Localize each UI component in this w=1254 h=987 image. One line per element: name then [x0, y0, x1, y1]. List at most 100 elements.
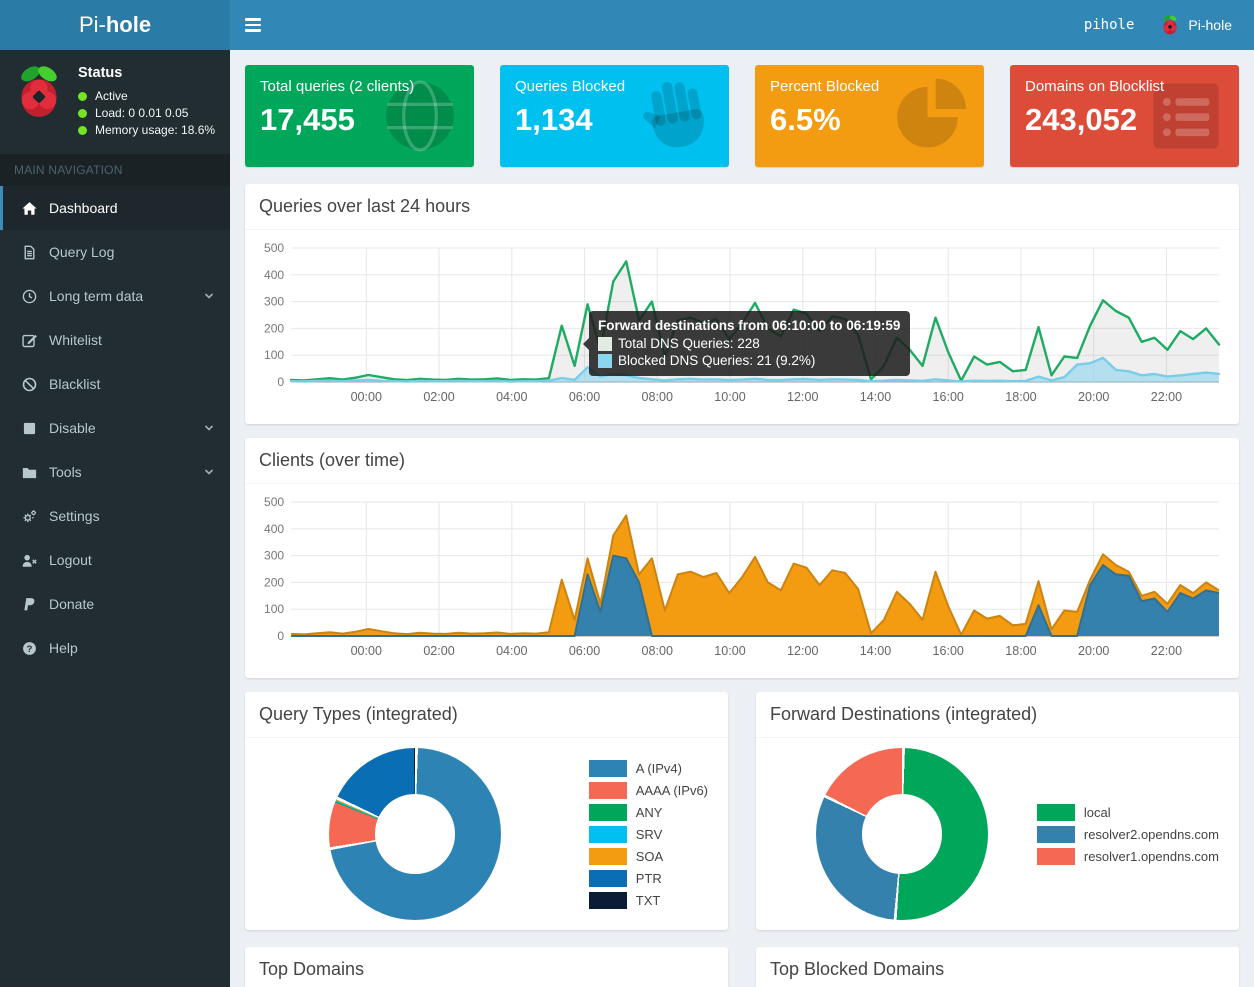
panel-header: Query Types (integrated)	[245, 692, 728, 738]
legend-label: SRV	[636, 827, 663, 842]
svg-text:08:00: 08:00	[642, 390, 673, 404]
legend-label: local	[1084, 805, 1111, 820]
sidebar-nav: Dashboard Query Log Long term data White…	[0, 186, 230, 670]
pihole-logo-icon	[12, 63, 66, 121]
status-memory: Memory usage: 18.6%	[95, 123, 215, 137]
app-logo[interactable]: Pi-hole	[0, 0, 230, 50]
sidebar-item-label: Settings	[49, 508, 100, 524]
tooltip-swatch-blocked	[598, 354, 612, 368]
sidebar-item-dashboard[interactable]: Dashboard	[0, 186, 230, 230]
sidebar-item-label: Disable	[49, 420, 96, 436]
legend-label: TXT	[636, 893, 661, 908]
sidebar-item-label: Help	[49, 640, 78, 656]
sidebar-toggle-button[interactable]	[230, 0, 276, 50]
clock-icon	[22, 289, 37, 304]
panel-header: Clients (over time)	[245, 438, 1239, 484]
edit-icon	[22, 333, 37, 348]
queries-over-time-panel: Queries over last 24 hours 0100200300400…	[245, 184, 1239, 424]
svg-text:18:00: 18:00	[1005, 644, 1036, 658]
legend-swatch	[589, 848, 627, 865]
svg-text:100: 100	[264, 348, 284, 362]
svg-text:16:00: 16:00	[933, 390, 964, 404]
top-domains-row: Top Domains Top Blocked Domains	[245, 947, 1239, 987]
clients-area-chart[interactable]: 010020030040050000:0002:0004:0006:0008:0…	[257, 496, 1227, 666]
svg-text:14:00: 14:00	[860, 390, 891, 404]
panel-title: Clients (over time)	[259, 450, 1225, 471]
sidebar-item-whitelist[interactable]: Whitelist	[0, 318, 230, 362]
legend-label: ANY	[636, 805, 663, 820]
legend-label: AAAA (IPv6)	[636, 783, 708, 798]
svg-text:12:00: 12:00	[787, 644, 818, 658]
sidebar-item-disable[interactable]: Disable	[0, 406, 230, 450]
legend-swatch	[589, 870, 627, 887]
clients-over-time-panel: Clients (over time) 010020030040050000:0…	[245, 438, 1239, 678]
svg-text:04:00: 04:00	[496, 390, 527, 404]
panel-title: Queries over last 24 hours	[259, 196, 1225, 217]
sidebar-item-donate[interactable]: Donate	[0, 582, 230, 626]
logout-icon	[22, 553, 37, 568]
sidebar-item-settings[interactable]: Settings	[0, 494, 230, 538]
percent-blocked-card: Percent Blocked 6.5%	[755, 65, 984, 167]
legend-swatch	[1037, 804, 1075, 821]
svg-text:06:00: 06:00	[569, 390, 600, 404]
svg-text:500: 500	[264, 242, 284, 255]
raspberry-icon	[1160, 14, 1180, 36]
gears-icon	[22, 509, 37, 524]
brand-link[interactable]: Pi-hole	[1160, 14, 1232, 36]
tooltip-row-total: Total DNS Queries: 228	[618, 336, 760, 351]
svg-text:200: 200	[264, 321, 284, 335]
sidebar-item-help[interactable]: ? Help	[0, 626, 230, 670]
legend-label: SOA	[636, 849, 663, 864]
svg-text:16:00: 16:00	[933, 644, 964, 658]
svg-text:0: 0	[277, 375, 284, 389]
donut-row: Query Types (integrated) A (IPv4) AAAA (…	[245, 692, 1239, 930]
sidebar-item-long-term-data[interactable]: Long term data	[0, 274, 230, 318]
panel-title: Top Blocked Domains	[770, 959, 1225, 980]
legend-swatch	[589, 826, 627, 843]
sidebar-item-label: Donate	[49, 596, 94, 612]
paypal-icon	[22, 597, 37, 612]
domains-blocklist-card: Domains on Blocklist 243,052	[1010, 65, 1239, 167]
sidebar-item-tools[interactable]: Tools	[0, 450, 230, 494]
card-label: Total queries (2 clients)	[260, 78, 459, 95]
sidebar-item-logout[interactable]: Logout	[0, 538, 230, 582]
logo-text-bold: hole	[106, 12, 151, 38]
svg-text:10:00: 10:00	[714, 644, 745, 658]
query-types-body: A (IPv4) AAAA (IPv6) ANY SRV SOA PTR TXT	[245, 738, 728, 930]
status-title: Status	[78, 65, 215, 81]
panel-title: Forward Destinations (integrated)	[770, 704, 1225, 725]
legend-swatch	[1037, 826, 1075, 843]
query-types-panel: Query Types (integrated) A (IPv4) AAAA (…	[245, 692, 728, 930]
navbar: pihole Pi-hole	[230, 0, 1254, 50]
forward-destinations-legend: local resolver2.opendns.com resolver1.op…	[1037, 804, 1219, 865]
sidebar-item-blacklist[interactable]: Blacklist	[0, 362, 230, 406]
memory-dot	[78, 126, 87, 135]
forward-destinations-body: local resolver2.opendns.com resolver1.op…	[756, 738, 1239, 930]
legend-swatch	[589, 760, 627, 777]
svg-text:22:00: 22:00	[1151, 644, 1182, 658]
top-domains-panel: Top Domains	[245, 947, 728, 987]
clients-chart-body: 010020030040050000:0002:0004:0006:0008:0…	[245, 484, 1239, 678]
load-dot	[78, 109, 87, 118]
forward-destinations-donut[interactable]	[816, 748, 988, 920]
svg-text:06:00: 06:00	[569, 644, 600, 658]
legend-label: A (IPv4)	[636, 761, 682, 776]
legend-swatch	[589, 804, 627, 821]
sidebar-item-label: Blacklist	[49, 376, 100, 392]
svg-text:?: ?	[27, 643, 33, 654]
chevron-down-icon	[204, 467, 214, 477]
hostname-label: pihole	[1084, 17, 1135, 33]
file-text-icon	[22, 245, 37, 260]
svg-text:200: 200	[264, 575, 284, 589]
svg-text:00:00: 00:00	[351, 644, 382, 658]
sidebar-item-label: Dashboard	[49, 200, 118, 216]
sidebar-item-query-log[interactable]: Query Log	[0, 230, 230, 274]
sidebar-item-label: Long term data	[49, 288, 143, 304]
svg-text:400: 400	[264, 268, 284, 282]
card-value: 17,455	[260, 102, 459, 138]
folder-icon	[22, 465, 37, 480]
chart-tooltip: Forward destinations from 06:10:00 to 06…	[589, 311, 910, 376]
svg-text:0: 0	[277, 629, 284, 643]
tooltip-row-blocked: Blocked DNS Queries: 21 (9.2%)	[618, 353, 815, 368]
query-types-donut[interactable]	[329, 748, 501, 920]
